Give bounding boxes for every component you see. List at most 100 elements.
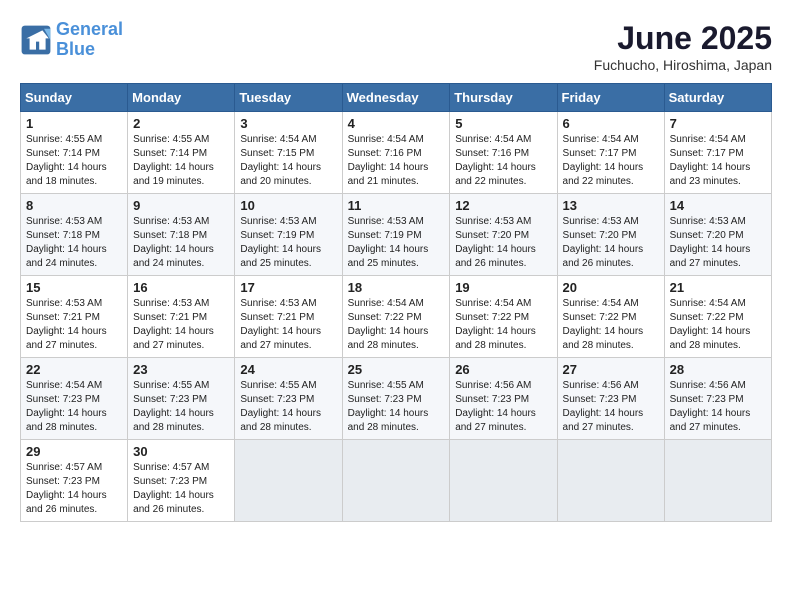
calendar-cell: 14 Sunrise: 4:53 AM Sunset: 7:20 PM Dayl… (664, 194, 771, 276)
day-number: 12 (455, 198, 551, 213)
calendar-cell: 21 Sunrise: 4:54 AM Sunset: 7:22 PM Dayl… (664, 276, 771, 358)
calendar-cell: 5 Sunrise: 4:54 AM Sunset: 7:16 PM Dayli… (450, 112, 557, 194)
calendar-table: SundayMondayTuesdayWednesdayThursdayFrid… (20, 83, 772, 522)
calendar-cell: 8 Sunrise: 4:53 AM Sunset: 7:18 PM Dayli… (21, 194, 128, 276)
day-number: 15 (26, 280, 122, 295)
cell-info: Sunrise: 4:57 AM Sunset: 7:23 PM Dayligh… (133, 461, 229, 517)
calendar-cell: 4 Sunrise: 4:54 AM Sunset: 7:16 PM Dayli… (342, 112, 450, 194)
location-title: Fuchucho, Hiroshima, Japan (594, 57, 772, 73)
logo: General Blue (20, 20, 123, 60)
cell-info: Sunrise: 4:54 AM Sunset: 7:22 PM Dayligh… (455, 297, 551, 353)
day-number: 10 (240, 198, 336, 213)
cell-info: Sunrise: 4:54 AM Sunset: 7:22 PM Dayligh… (563, 297, 659, 353)
cell-info: Sunrise: 4:54 AM Sunset: 7:16 PM Dayligh… (455, 133, 551, 189)
day-number: 29 (26, 444, 122, 459)
calendar-cell: 17 Sunrise: 4:53 AM Sunset: 7:21 PM Dayl… (235, 276, 342, 358)
calendar-cell (557, 440, 664, 522)
cell-info: Sunrise: 4:55 AM Sunset: 7:23 PM Dayligh… (348, 379, 445, 435)
cell-info: Sunrise: 4:56 AM Sunset: 7:23 PM Dayligh… (455, 379, 551, 435)
calendar-cell: 12 Sunrise: 4:53 AM Sunset: 7:20 PM Dayl… (450, 194, 557, 276)
calendar-cell: 19 Sunrise: 4:54 AM Sunset: 7:22 PM Dayl… (450, 276, 557, 358)
calendar-cell: 11 Sunrise: 4:53 AM Sunset: 7:19 PM Dayl… (342, 194, 450, 276)
calendar-cell: 20 Sunrise: 4:54 AM Sunset: 7:22 PM Dayl… (557, 276, 664, 358)
calendar-cell (235, 440, 342, 522)
day-number: 23 (133, 362, 229, 377)
calendar-cell: 9 Sunrise: 4:53 AM Sunset: 7:18 PM Dayli… (128, 194, 235, 276)
cell-info: Sunrise: 4:56 AM Sunset: 7:23 PM Dayligh… (670, 379, 766, 435)
cell-info: Sunrise: 4:54 AM Sunset: 7:15 PM Dayligh… (240, 133, 336, 189)
day-number: 4 (348, 116, 445, 131)
day-number: 6 (563, 116, 659, 131)
day-number: 3 (240, 116, 336, 131)
header-tuesday: Tuesday (235, 84, 342, 112)
calendar-cell (342, 440, 450, 522)
calendar-cell: 18 Sunrise: 4:54 AM Sunset: 7:22 PM Dayl… (342, 276, 450, 358)
cell-info: Sunrise: 4:54 AM Sunset: 7:22 PM Dayligh… (670, 297, 766, 353)
day-number: 25 (348, 362, 445, 377)
calendar-cell: 6 Sunrise: 4:54 AM Sunset: 7:17 PM Dayli… (557, 112, 664, 194)
calendar-cell: 30 Sunrise: 4:57 AM Sunset: 7:23 PM Dayl… (128, 440, 235, 522)
day-number: 19 (455, 280, 551, 295)
cell-info: Sunrise: 4:53 AM Sunset: 7:18 PM Dayligh… (26, 215, 122, 271)
calendar-cell: 16 Sunrise: 4:53 AM Sunset: 7:21 PM Dayl… (128, 276, 235, 358)
cell-info: Sunrise: 4:53 AM Sunset: 7:18 PM Dayligh… (133, 215, 229, 271)
calendar-cell: 23 Sunrise: 4:55 AM Sunset: 7:23 PM Dayl… (128, 358, 235, 440)
calendar-cell: 3 Sunrise: 4:54 AM Sunset: 7:15 PM Dayli… (235, 112, 342, 194)
calendar-week-row: 22 Sunrise: 4:54 AM Sunset: 7:23 PM Dayl… (21, 358, 772, 440)
cell-info: Sunrise: 4:54 AM Sunset: 7:17 PM Dayligh… (670, 133, 766, 189)
cell-info: Sunrise: 4:55 AM Sunset: 7:23 PM Dayligh… (133, 379, 229, 435)
calendar-cell (450, 440, 557, 522)
cell-info: Sunrise: 4:55 AM Sunset: 7:23 PM Dayligh… (240, 379, 336, 435)
header-saturday: Saturday (664, 84, 771, 112)
day-number: 7 (670, 116, 766, 131)
cell-info: Sunrise: 4:54 AM Sunset: 7:16 PM Dayligh… (348, 133, 445, 189)
cell-info: Sunrise: 4:53 AM Sunset: 7:19 PM Dayligh… (240, 215, 336, 271)
calendar-cell: 22 Sunrise: 4:54 AM Sunset: 7:23 PM Dayl… (21, 358, 128, 440)
day-number: 18 (348, 280, 445, 295)
day-number: 11 (348, 198, 445, 213)
calendar-cell: 27 Sunrise: 4:56 AM Sunset: 7:23 PM Dayl… (557, 358, 664, 440)
cell-info: Sunrise: 4:53 AM Sunset: 7:21 PM Dayligh… (240, 297, 336, 353)
calendar-cell: 28 Sunrise: 4:56 AM Sunset: 7:23 PM Dayl… (664, 358, 771, 440)
cell-info: Sunrise: 4:54 AM Sunset: 7:23 PM Dayligh… (26, 379, 122, 435)
day-number: 30 (133, 444, 229, 459)
cell-info: Sunrise: 4:57 AM Sunset: 7:23 PM Dayligh… (26, 461, 122, 517)
logo-text: General Blue (56, 20, 123, 60)
day-number: 16 (133, 280, 229, 295)
logo-icon (20, 24, 52, 56)
day-number: 20 (563, 280, 659, 295)
day-number: 8 (26, 198, 122, 213)
calendar-cell: 15 Sunrise: 4:53 AM Sunset: 7:21 PM Dayl… (21, 276, 128, 358)
day-number: 22 (26, 362, 122, 377)
header-monday: Monday (128, 84, 235, 112)
day-number: 14 (670, 198, 766, 213)
cell-info: Sunrise: 4:53 AM Sunset: 7:20 PM Dayligh… (455, 215, 551, 271)
calendar-cell: 25 Sunrise: 4:55 AM Sunset: 7:23 PM Dayl… (342, 358, 450, 440)
cell-info: Sunrise: 4:56 AM Sunset: 7:23 PM Dayligh… (563, 379, 659, 435)
cell-info: Sunrise: 4:55 AM Sunset: 7:14 PM Dayligh… (26, 133, 122, 189)
header-friday: Friday (557, 84, 664, 112)
cell-info: Sunrise: 4:54 AM Sunset: 7:17 PM Dayligh… (563, 133, 659, 189)
page-header: General Blue June 2025 Fuchucho, Hiroshi… (20, 20, 772, 73)
day-number: 26 (455, 362, 551, 377)
header-sunday: Sunday (21, 84, 128, 112)
calendar-week-row: 1 Sunrise: 4:55 AM Sunset: 7:14 PM Dayli… (21, 112, 772, 194)
calendar-cell: 26 Sunrise: 4:56 AM Sunset: 7:23 PM Dayl… (450, 358, 557, 440)
cell-info: Sunrise: 4:53 AM Sunset: 7:21 PM Dayligh… (26, 297, 122, 353)
calendar-header-row: SundayMondayTuesdayWednesdayThursdayFrid… (21, 84, 772, 112)
calendar-cell (664, 440, 771, 522)
calendar-week-row: 15 Sunrise: 4:53 AM Sunset: 7:21 PM Dayl… (21, 276, 772, 358)
day-number: 5 (455, 116, 551, 131)
calendar-cell: 13 Sunrise: 4:53 AM Sunset: 7:20 PM Dayl… (557, 194, 664, 276)
cell-info: Sunrise: 4:55 AM Sunset: 7:14 PM Dayligh… (133, 133, 229, 189)
calendar-cell: 7 Sunrise: 4:54 AM Sunset: 7:17 PM Dayli… (664, 112, 771, 194)
calendar-cell: 29 Sunrise: 4:57 AM Sunset: 7:23 PM Dayl… (21, 440, 128, 522)
calendar-week-row: 29 Sunrise: 4:57 AM Sunset: 7:23 PM Dayl… (21, 440, 772, 522)
day-number: 9 (133, 198, 229, 213)
day-number: 2 (133, 116, 229, 131)
header-thursday: Thursday (450, 84, 557, 112)
day-number: 17 (240, 280, 336, 295)
day-number: 28 (670, 362, 766, 377)
header-wednesday: Wednesday (342, 84, 450, 112)
calendar-week-row: 8 Sunrise: 4:53 AM Sunset: 7:18 PM Dayli… (21, 194, 772, 276)
